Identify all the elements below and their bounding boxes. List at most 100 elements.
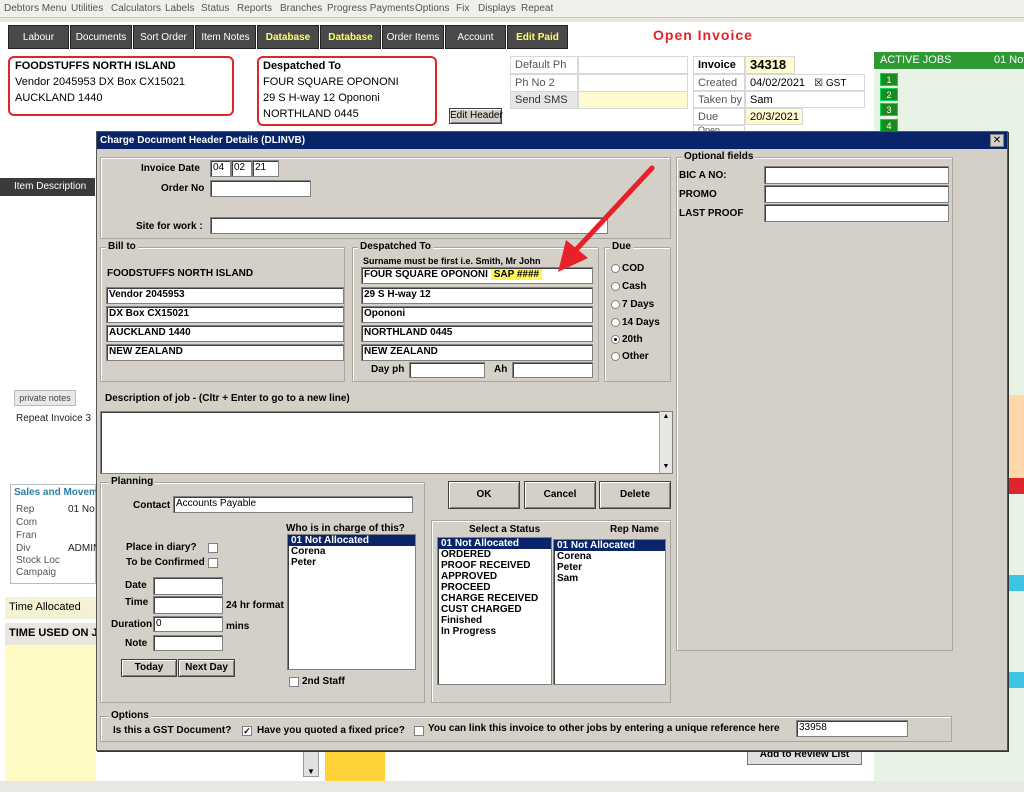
- despatch-line-2[interactable]: 29 S H-way 12: [361, 287, 593, 304]
- edit-header-button[interactable]: Edit Header: [449, 108, 503, 124]
- status-option-4[interactable]: APPROVED: [438, 571, 551, 582]
- despatch-line1: FOUR SQUARE OPONONI: [263, 76, 399, 88]
- sms-field[interactable]: [578, 91, 688, 109]
- send-sms-button[interactable]: Send SMS: [510, 91, 578, 109]
- description-textarea[interactable]: [100, 411, 673, 474]
- order-items-button[interactable]: Order Items: [382, 25, 444, 49]
- description-scrollbar[interactable]: ▲ ▼: [659, 412, 672, 473]
- add-to-review-button[interactable]: Add to Review List: [747, 751, 862, 765]
- who-in-charge-list[interactable]: 01 Not Allocated Corena Peter: [287, 534, 416, 670]
- menu-utilities[interactable]: Utilities: [71, 3, 103, 14]
- taken-by-value: Sam: [745, 91, 865, 108]
- status-option-5[interactable]: PROCEED: [438, 582, 551, 593]
- link-reference-field[interactable]: 33958: [796, 720, 908, 737]
- last-proof-date-field[interactable]: [764, 204, 949, 222]
- yellow-column: [325, 751, 385, 781]
- invoice-date-year[interactable]: 21: [252, 160, 279, 177]
- close-icon[interactable]: ✕: [990, 134, 1004, 147]
- rep-option-1[interactable]: 01 Not Allocated: [554, 540, 665, 551]
- menu-repeat[interactable]: Repeat: [521, 3, 553, 14]
- today-button[interactable]: Today: [121, 659, 177, 677]
- to-be-confirmed-checkbox[interactable]: [208, 558, 218, 568]
- second-staff-checkbox[interactable]: [289, 677, 299, 687]
- menu-calculators[interactable]: Calculators: [111, 3, 161, 14]
- account-button[interactable]: Account: [445, 25, 506, 49]
- scroll-down-icon-2[interactable]: ▼: [660, 462, 672, 472]
- job-number-3[interactable]: 3: [880, 103, 898, 116]
- menu-reports[interactable]: Reports: [237, 3, 272, 14]
- status-option-9[interactable]: In Progress: [438, 626, 551, 637]
- database-button-2[interactable]: Database: [320, 25, 381, 49]
- bill-line-1[interactable]: Vendor 2045953: [106, 287, 344, 304]
- ok-button[interactable]: OK: [448, 481, 520, 509]
- menu-progress-payments[interactable]: Progress Payments: [327, 3, 414, 14]
- place-in-diary-checkbox[interactable]: [208, 543, 218, 553]
- database-button-1[interactable]: Database: [257, 25, 319, 49]
- rep-option-4[interactable]: Sam: [554, 573, 665, 584]
- day-phone-field[interactable]: [409, 362, 485, 378]
- menu-fix[interactable]: Fix: [456, 3, 469, 14]
- status-option-1[interactable]: 01 Not Allocated: [438, 538, 551, 549]
- promo-field[interactable]: [764, 185, 949, 203]
- next-day-button[interactable]: Next Day: [178, 659, 235, 677]
- status-option-7[interactable]: CUST CHARGED: [438, 604, 551, 615]
- ph-no2-field[interactable]: [578, 74, 688, 92]
- menu-branches[interactable]: Branches: [280, 3, 322, 14]
- rep-option-2[interactable]: Corena: [554, 551, 665, 562]
- after-hours-field[interactable]: [512, 362, 593, 378]
- invoice-date-month[interactable]: 02: [231, 160, 252, 177]
- bic-field[interactable]: [764, 166, 949, 184]
- order-no-field[interactable]: [210, 180, 311, 197]
- bill-line-3[interactable]: AUCKLAND 1440: [106, 325, 344, 342]
- menu-displays[interactable]: Displays: [478, 3, 516, 14]
- taken-by-label: Taken by: [693, 91, 745, 108]
- despatch-line-3[interactable]: Opononi: [361, 306, 593, 323]
- menu-options[interactable]: Options: [415, 3, 449, 14]
- documents-button[interactable]: Documents: [70, 25, 132, 49]
- gst-document-checkbox[interactable]: ✓: [242, 726, 252, 736]
- due-14days-radio[interactable]: [611, 318, 620, 327]
- despatch-line-5[interactable]: NEW ZEALAND: [361, 344, 593, 361]
- labour-button[interactable]: Labour: [8, 25, 69, 49]
- status-option-8[interactable]: Finished: [438, 615, 551, 626]
- status-list[interactable]: 01 Not Allocated ORDERED PROOF RECEIVED …: [437, 537, 552, 685]
- delete-button[interactable]: Delete: [599, 481, 671, 509]
- who-option-3[interactable]: Peter: [288, 557, 415, 568]
- bill-line-2[interactable]: DX Box CX15021: [106, 306, 344, 323]
- menu-labels[interactable]: Labels: [165, 3, 194, 14]
- scroll-down-icon[interactable]: ▼: [303, 751, 319, 777]
- due-other-radio[interactable]: [611, 352, 620, 361]
- sort-order-button[interactable]: Sort Order: [133, 25, 194, 49]
- private-notes-button[interactable]: private notes: [14, 390, 76, 406]
- contact-field[interactable]: Accounts Payable: [173, 496, 413, 513]
- status-option-3[interactable]: PROOF RECEIVED: [438, 560, 551, 571]
- note-field[interactable]: [153, 635, 223, 651]
- duration-field[interactable]: 0: [153, 616, 223, 632]
- due-7days-radio[interactable]: [611, 300, 620, 309]
- despatch-line-4[interactable]: NORTHLAND 0445: [361, 325, 593, 342]
- who-option-1[interactable]: 01 Not Allocated: [288, 535, 415, 546]
- fixed-price-checkbox[interactable]: [414, 726, 424, 736]
- bill-line-4[interactable]: NEW ZEALAND: [106, 344, 344, 361]
- default-ph-field[interactable]: [578, 56, 688, 74]
- gst-check[interactable]: ☒ GST: [814, 78, 846, 89]
- time-field[interactable]: [153, 596, 223, 614]
- scroll-up-icon[interactable]: ▲: [660, 412, 672, 422]
- menu-status[interactable]: Status: [201, 3, 229, 14]
- menu-debtors[interactable]: Debtors Menu: [4, 3, 67, 14]
- edit-paid-button[interactable]: Edit Paid: [507, 25, 568, 49]
- job-number-2[interactable]: 2: [880, 88, 898, 101]
- cancel-button[interactable]: Cancel: [524, 481, 596, 509]
- rep-name-list[interactable]: 01 Not Allocated Corena Peter Sam: [553, 539, 666, 685]
- rep-option-3[interactable]: Peter: [554, 562, 665, 573]
- who-option-2[interactable]: Corena: [288, 546, 415, 557]
- status-option-6[interactable]: CHARGE RECEIVED: [438, 593, 551, 604]
- date-field[interactable]: [153, 577, 223, 595]
- item-notes-button[interactable]: Item Notes: [195, 25, 256, 49]
- invoice-date-day[interactable]: 04: [210, 160, 231, 177]
- status-option-2[interactable]: ORDERED: [438, 549, 551, 560]
- due-20th-radio[interactable]: [611, 335, 620, 344]
- job-number-1[interactable]: 1: [880, 73, 898, 86]
- due-14days-label: 14 Days: [622, 317, 660, 328]
- due-cash-radio[interactable]: [611, 282, 620, 291]
